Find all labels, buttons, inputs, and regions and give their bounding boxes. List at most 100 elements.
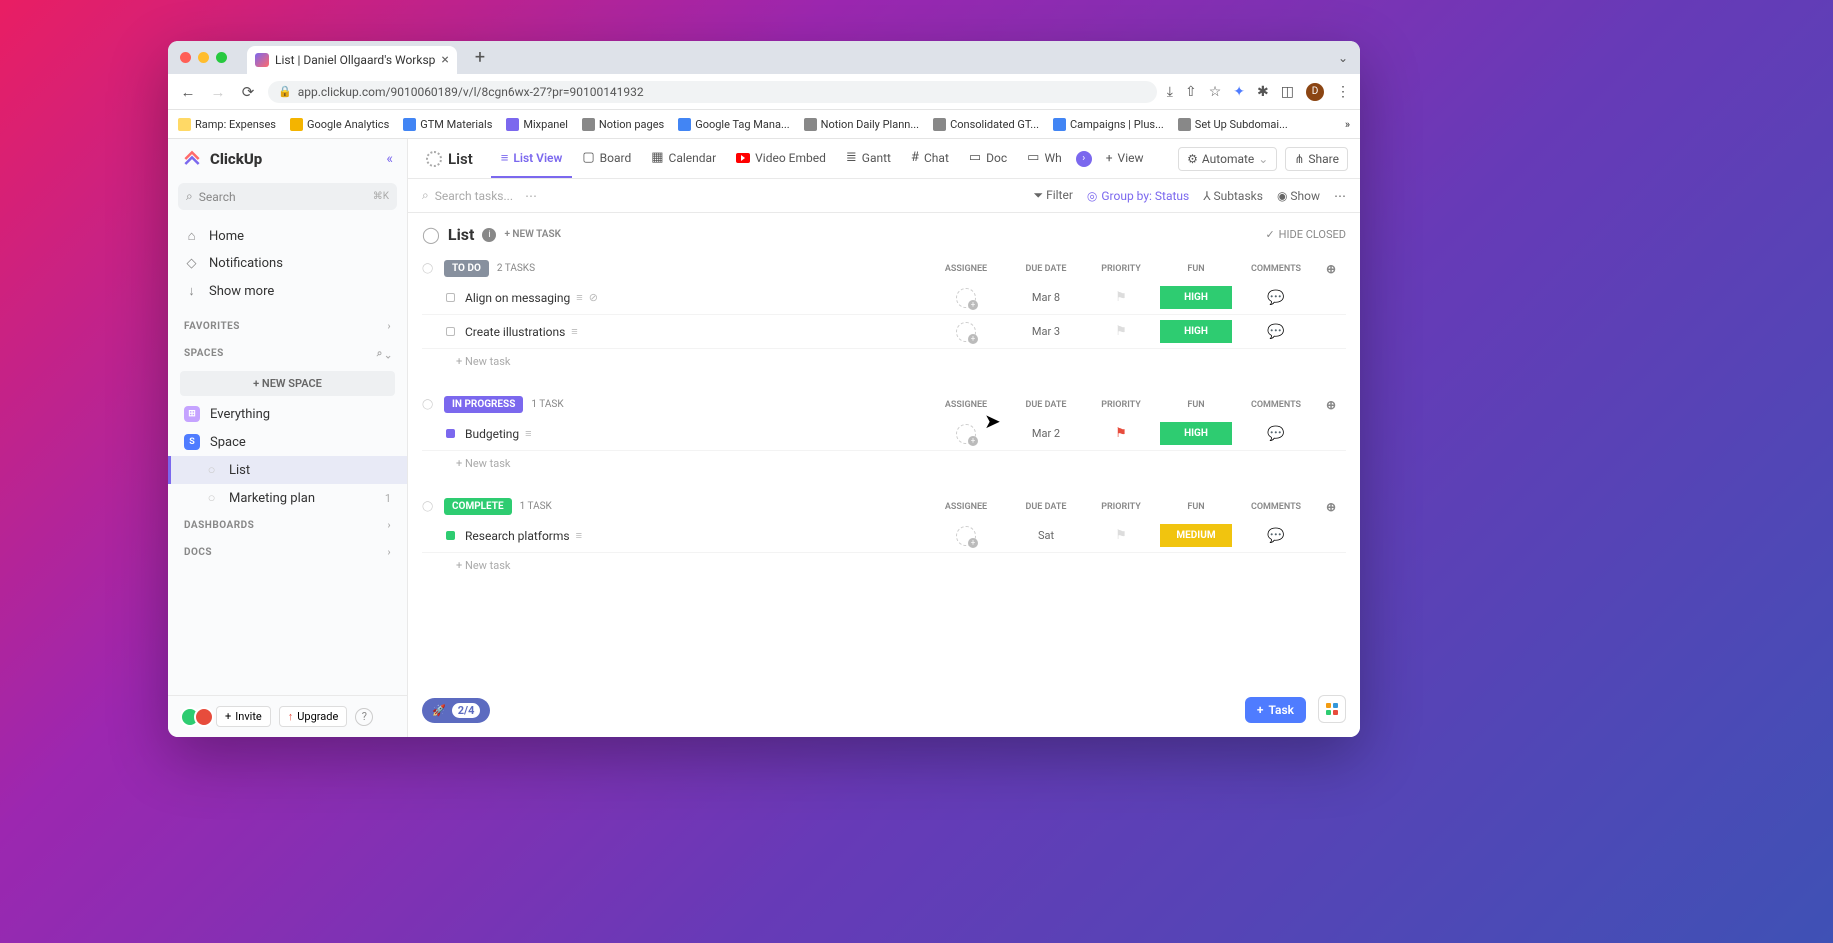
view-overflow-button[interactable]: › — [1076, 151, 1092, 167]
onboarding-button[interactable]: 🚀 2/4 — [422, 698, 490, 723]
docs-heading[interactable]: DOCS › — [168, 539, 407, 566]
new-task-button[interactable]: + Task — [1245, 697, 1306, 723]
bookmark-item[interactable]: Notion Daily Plann... — [804, 118, 919, 131]
install-icon[interactable]: ⤓ — [1167, 84, 1173, 100]
task-row[interactable]: Budgeting ≡ Mar 2 ⚑ HIGH 💬 — [422, 417, 1346, 451]
bookmark-item[interactable]: Consolidated GT... — [933, 118, 1039, 131]
back-button[interactable]: ← — [178, 83, 198, 101]
favorites-heading[interactable]: FAVORITES › — [168, 313, 407, 340]
new-tab-button[interactable]: + — [475, 47, 485, 68]
share-button[interactable]: ⋔Share — [1285, 147, 1348, 171]
col-assignee[interactable]: ASSIGNEE — [926, 264, 1006, 274]
assignee-cell[interactable] — [926, 424, 1006, 444]
hide-closed-button[interactable]: ✓ HIDE CLOSED — [1265, 228, 1346, 241]
group-by-button[interactable]: ◎ Group by: Status — [1087, 189, 1189, 203]
due-date-cell[interactable]: Mar 8 — [1006, 291, 1086, 304]
bookmark-item[interactable]: GTM Materials — [403, 118, 492, 131]
add-column-button[interactable]: ⊕ — [1316, 500, 1346, 514]
col-comments[interactable]: COMMENTS — [1236, 264, 1316, 274]
new-task-header-button[interactable]: + NEW TASK — [504, 229, 561, 240]
show-button[interactable]: ◉ Show — [1277, 189, 1320, 203]
sidebar-nav-item[interactable]: ◇Notifications — [168, 250, 407, 277]
add-column-button[interactable]: ⊕ — [1316, 262, 1346, 276]
bookmarks-overflow[interactable]: » — [1345, 118, 1350, 131]
bookmark-star-icon[interactable]: ☆ — [1209, 84, 1222, 100]
col-due-date[interactable]: DUE DATE — [1006, 264, 1086, 274]
col-fun[interactable]: FUN — [1156, 400, 1236, 410]
col-comments[interactable]: COMMENTS — [1236, 502, 1316, 512]
task-search[interactable]: ⌕ Search tasks... — [422, 188, 513, 203]
view-tab[interactable]: ▭Wh — [1017, 140, 1072, 178]
new-space-button[interactable]: + NEW SPACE — [180, 371, 395, 396]
bookmark-item[interactable]: Google Tag Mana... — [678, 118, 789, 131]
view-tab[interactable]: ≣Gantt — [836, 140, 901, 178]
group-collapse-icon[interactable]: ◯ — [422, 263, 436, 274]
view-tab[interactable]: ▢Board — [572, 140, 641, 178]
col-comments[interactable]: COMMENTS — [1236, 400, 1316, 410]
col-assignee[interactable]: ASSIGNEE — [926, 502, 1006, 512]
task-status-dot[interactable] — [446, 293, 455, 302]
fun-cell[interactable]: MEDIUM — [1156, 524, 1236, 547]
space-item[interactable]: ⊞Everything — [168, 400, 407, 428]
presence-avatars[interactable] — [180, 707, 208, 727]
task-name[interactable]: Research platforms ≡ — [465, 529, 926, 543]
task-name[interactable]: Create illustrations ≡ — [465, 325, 926, 339]
extension-icon[interactable]: ✦ — [1233, 84, 1245, 100]
comments-cell[interactable]: 💬 — [1236, 290, 1316, 306]
task-row[interactable]: Create illustrations ≡ Mar 3 ⚑ HIGH 💬 — [422, 315, 1346, 349]
add-view-button[interactable]: +View — [1096, 141, 1154, 177]
sidepanel-icon[interactable]: ◫ — [1281, 84, 1294, 100]
assignee-cell[interactable] — [926, 322, 1006, 342]
col-priority[interactable]: PRIORITY — [1086, 264, 1156, 274]
bookmark-item[interactable]: Campaigns | Plus... — [1053, 118, 1164, 131]
due-date-cell[interactable]: Sat — [1006, 529, 1086, 542]
task-name[interactable]: Align on messaging ≡ ⊘ — [465, 291, 926, 305]
toolbar-menu-button[interactable]: ⋯ — [1334, 189, 1346, 203]
task-row[interactable]: Align on messaging ≡ ⊘ Mar 8 ⚑ HIGH 💬 — [422, 281, 1346, 315]
share-url-icon[interactable]: ⇧ — [1185, 84, 1197, 100]
bookmark-item[interactable]: Ramp: Expenses — [178, 118, 276, 131]
col-priority[interactable]: PRIORITY — [1086, 400, 1156, 410]
fun-cell[interactable]: HIGH — [1156, 286, 1236, 309]
col-fun[interactable]: FUN — [1156, 502, 1236, 512]
sidebar-search[interactable]: ⌕ Search ⌘K — [178, 183, 397, 210]
bookmark-item[interactable]: Notion pages — [582, 118, 664, 131]
extensions-icon[interactable]: ✱ — [1257, 84, 1269, 100]
invite-button[interactable]: +Invite — [216, 706, 271, 727]
view-tab[interactable]: ≡List View — [491, 140, 573, 178]
new-task-row[interactable]: + New task — [422, 349, 1346, 374]
space-item[interactable]: SSpace — [168, 428, 407, 456]
view-tab[interactable]: #Chat — [901, 140, 959, 178]
priority-cell[interactable]: ⚑ — [1086, 324, 1156, 339]
priority-cell[interactable]: ⚑ — [1086, 290, 1156, 305]
due-date-cell[interactable]: Mar 2 — [1006, 427, 1086, 440]
list-item[interactable]: ○List — [168, 456, 407, 484]
comments-cell[interactable]: 💬 — [1236, 324, 1316, 340]
browser-tab[interactable]: List | Daniel Ollgaard's Worksp × — [247, 46, 457, 74]
col-priority[interactable]: PRIORITY — [1086, 502, 1156, 512]
fun-cell[interactable]: HIGH — [1156, 320, 1236, 343]
bookmark-item[interactable]: Set Up Subdomai... — [1178, 118, 1288, 131]
view-tab[interactable]: Video Embed — [726, 140, 836, 178]
due-date-cell[interactable]: Mar 3 — [1006, 325, 1086, 338]
sidebar-nav-item[interactable]: ↓Show more — [168, 277, 407, 305]
spaces-heading[interactable]: SPACES ⌕ ⌄ — [168, 340, 407, 367]
new-task-row[interactable]: + New task — [422, 553, 1346, 578]
status-badge[interactable]: IN PROGRESS — [444, 396, 523, 413]
priority-cell[interactable]: ⚑ — [1086, 528, 1156, 543]
new-task-row[interactable]: + New task — [422, 451, 1346, 476]
group-collapse-icon[interactable]: ◯ — [422, 399, 436, 410]
list-collapse-icon[interactable]: ◯ — [422, 225, 440, 244]
upgrade-button[interactable]: ↑Upgrade — [279, 706, 348, 727]
view-tab[interactable]: ▦Calendar — [641, 140, 726, 178]
info-icon[interactable]: i — [482, 228, 496, 242]
task-status-dot[interactable] — [446, 429, 455, 438]
comments-cell[interactable]: 💬 — [1236, 426, 1316, 442]
forward-button[interactable]: → — [208, 83, 228, 101]
task-status-dot[interactable] — [446, 327, 455, 336]
status-badge[interactable]: COMPLETE — [444, 498, 512, 515]
browser-menu-icon[interactable]: ⋮ — [1336, 84, 1350, 100]
maximize-window-button[interactable] — [216, 52, 227, 63]
col-due-date[interactable]: DUE DATE — [1006, 502, 1086, 512]
view-tab[interactable]: ▭Doc — [959, 140, 1017, 178]
